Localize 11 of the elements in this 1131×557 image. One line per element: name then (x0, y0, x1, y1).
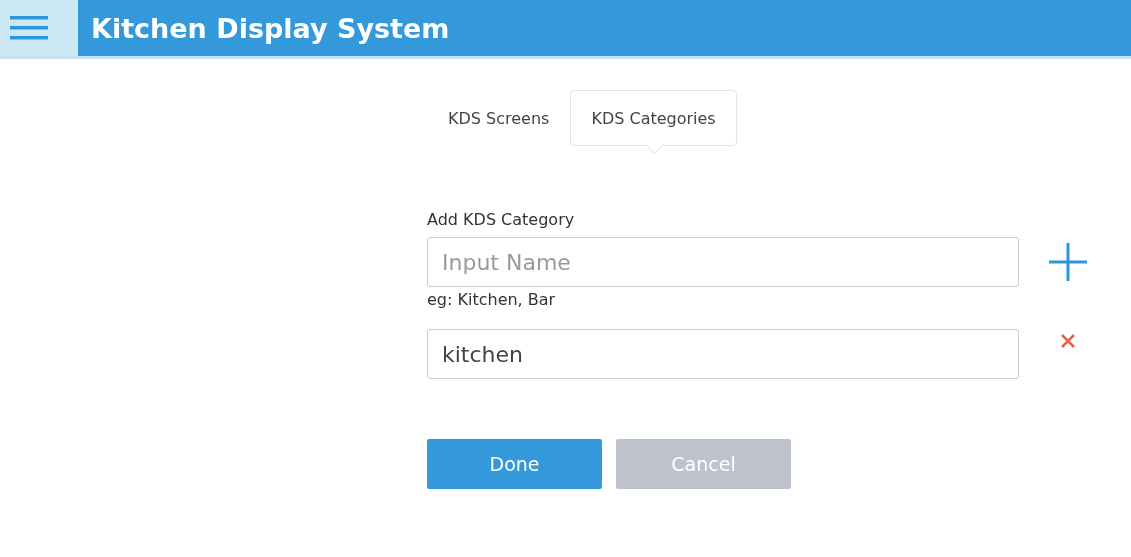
menu-icon (10, 16, 48, 40)
app-title: Kitchen Display System (91, 12, 450, 44)
plus-icon (1049, 243, 1087, 281)
input-field[interactable]: Input Name (427, 237, 1019, 287)
add-button[interactable] (1049, 243, 1087, 281)
close-icon (1061, 334, 1075, 348)
field-label: Add KDS Category (427, 210, 576, 229)
hint-text: eg: Kitchen, Bar (427, 290, 557, 309)
input-field[interactable]: kitchen (427, 329, 1019, 379)
tab[interactable]: KDS Categories (570, 90, 737, 146)
menu-button[interactable] (0, 0, 78, 56)
